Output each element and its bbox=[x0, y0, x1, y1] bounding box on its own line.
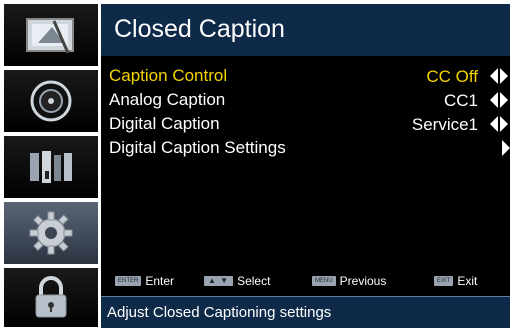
hint-previous: MENU Previous bbox=[312, 274, 386, 288]
menu-item-label: Digital Caption Settings bbox=[109, 138, 286, 157]
menu-item-label: Caption Control bbox=[109, 66, 228, 85]
sidebar-item-channel[interactable] bbox=[4, 136, 98, 198]
hint-enter: ENTER Enter bbox=[115, 274, 174, 288]
menu-item-analog-caption[interactable]: Analog Caption CC1 bbox=[101, 89, 510, 113]
enter-key-icon: ENTER bbox=[115, 276, 142, 286]
menu-item-label: Analog Caption bbox=[109, 90, 226, 109]
sidebar-item-lock[interactable] bbox=[4, 268, 98, 327]
menu-item-caption-control[interactable]: Caption Control CC Off bbox=[101, 65, 510, 89]
hint-label: Exit bbox=[457, 274, 478, 288]
lock-icon bbox=[35, 275, 67, 317]
menu-item-value: Service1 bbox=[411, 115, 478, 134]
left-right-arrow-icon[interactable] bbox=[490, 116, 508, 132]
hint-label: Select bbox=[237, 274, 271, 288]
left-right-arrow-icon[interactable] bbox=[490, 92, 508, 108]
title-bar: Closed Caption bbox=[101, 4, 510, 56]
channel-icon bbox=[30, 151, 72, 183]
sidebar-item-picture[interactable] bbox=[4, 4, 98, 66]
up-down-key-icon: ▲ ▼ bbox=[204, 276, 234, 286]
menu-sidebar bbox=[4, 4, 98, 327]
menu-item-value: CC Off bbox=[426, 67, 478, 86]
exit-key-icon: EXIT bbox=[434, 276, 454, 286]
status-bar: Adjust Closed Captioning settings bbox=[101, 296, 510, 328]
tv-osd-screen: Closed Caption Caption Control CC Off An… bbox=[0, 0, 510, 328]
key-hint-bar: ENTER Enter ▲ ▼ Select MENU Previous EXI… bbox=[101, 270, 510, 292]
hint-select: ▲ ▼ Select bbox=[204, 274, 270, 288]
page-title: Closed Caption bbox=[114, 15, 285, 43]
menu-key-icon: MENU bbox=[312, 276, 336, 286]
status-text: Adjust Closed Captioning settings bbox=[107, 304, 332, 321]
hint-exit: EXIT Exit bbox=[434, 274, 477, 288]
settings-gear-icon bbox=[29, 211, 73, 255]
left-right-arrow-icon[interactable] bbox=[490, 68, 508, 84]
picture-icon bbox=[26, 18, 74, 54]
hint-label: Enter bbox=[145, 274, 175, 288]
hint-label: Previous bbox=[339, 274, 387, 288]
menu-item-digital-caption-settings[interactable]: Digital Caption Settings bbox=[101, 137, 510, 161]
right-arrow-icon[interactable] bbox=[501, 140, 510, 156]
sidebar-item-setup[interactable] bbox=[4, 202, 98, 264]
audio-disc-icon bbox=[30, 80, 72, 122]
menu-item-digital-caption[interactable]: Digital Caption Service1 bbox=[101, 113, 510, 137]
sidebar-item-audio[interactable] bbox=[4, 70, 98, 132]
menu-item-label: Digital Caption bbox=[109, 114, 220, 133]
closed-caption-panel: Closed Caption Caption Control CC Off An… bbox=[101, 4, 510, 328]
menu-item-value: CC1 bbox=[443, 91, 478, 110]
